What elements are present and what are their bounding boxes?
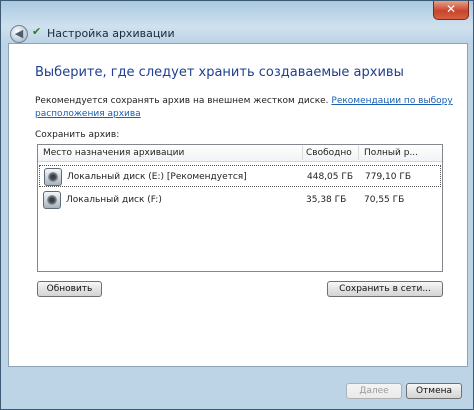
content-panel: Выберите, где следует хранить создаваемы…	[8, 43, 468, 367]
list-header: Место назначения архивации Свободно Полн…	[38, 145, 442, 162]
next-button[interactable]: Далее	[346, 383, 402, 399]
drive-total: 779,10 ГБ	[365, 172, 412, 182]
hard-drive-icon	[43, 191, 61, 209]
drive-name: Локальный диск (F:)	[66, 195, 162, 205]
title-bar: ◀ ✔ Настройка архивации ✕	[1, 1, 473, 43]
save-archive-label: Сохранить архив:	[35, 130, 120, 140]
list-row-drive-f[interactable]: Локальный диск (F:) 35,38 ГБ 70,55 ГБ	[39, 189, 441, 211]
list-row-drive-e[interactable]: Локальный диск (E:) [Рекомендуется] 448,…	[39, 165, 441, 187]
window-title: Настройка архивации	[47, 27, 175, 40]
column-separator[interactable]	[358, 146, 359, 160]
column-free[interactable]: Свободно	[306, 148, 352, 158]
drive-name: Локальный диск (E:) [Рекомендуется]	[67, 172, 247, 182]
backup-app-icon: ✔	[32, 25, 42, 38]
recommendation-sentence: Рекомендуется сохранять архив на внешнем…	[35, 96, 332, 106]
page-heading: Выберите, где следует хранить создаваемы…	[35, 65, 404, 80]
column-destination[interactable]: Место назначения архивации	[43, 148, 184, 158]
backup-setup-window: ◀ ✔ Настройка архивации ✕ Выберите, где …	[0, 0, 474, 410]
close-icon[interactable]: ✕	[433, 1, 469, 20]
drive-free: 35,38 ГБ	[306, 195, 347, 205]
column-separator[interactable]	[302, 146, 303, 160]
column-total[interactable]: Полный р...	[364, 148, 418, 158]
drive-free: 448,05 ГБ	[307, 172, 354, 182]
refresh-button[interactable]: Обновить	[37, 281, 102, 297]
destination-list[interactable]: Место назначения архивации Свободно Полн…	[37, 144, 443, 272]
drive-total: 70,55 ГБ	[364, 195, 405, 205]
recommendation-text: Рекомендуется сохранять архив на внешнем…	[35, 95, 455, 121]
save-on-network-button[interactable]: Сохранить в сети...	[327, 281, 443, 297]
cancel-button[interactable]: Отмена	[406, 383, 462, 399]
hard-drive-icon	[44, 168, 62, 186]
back-arrow-icon[interactable]: ◀	[10, 25, 28, 43]
